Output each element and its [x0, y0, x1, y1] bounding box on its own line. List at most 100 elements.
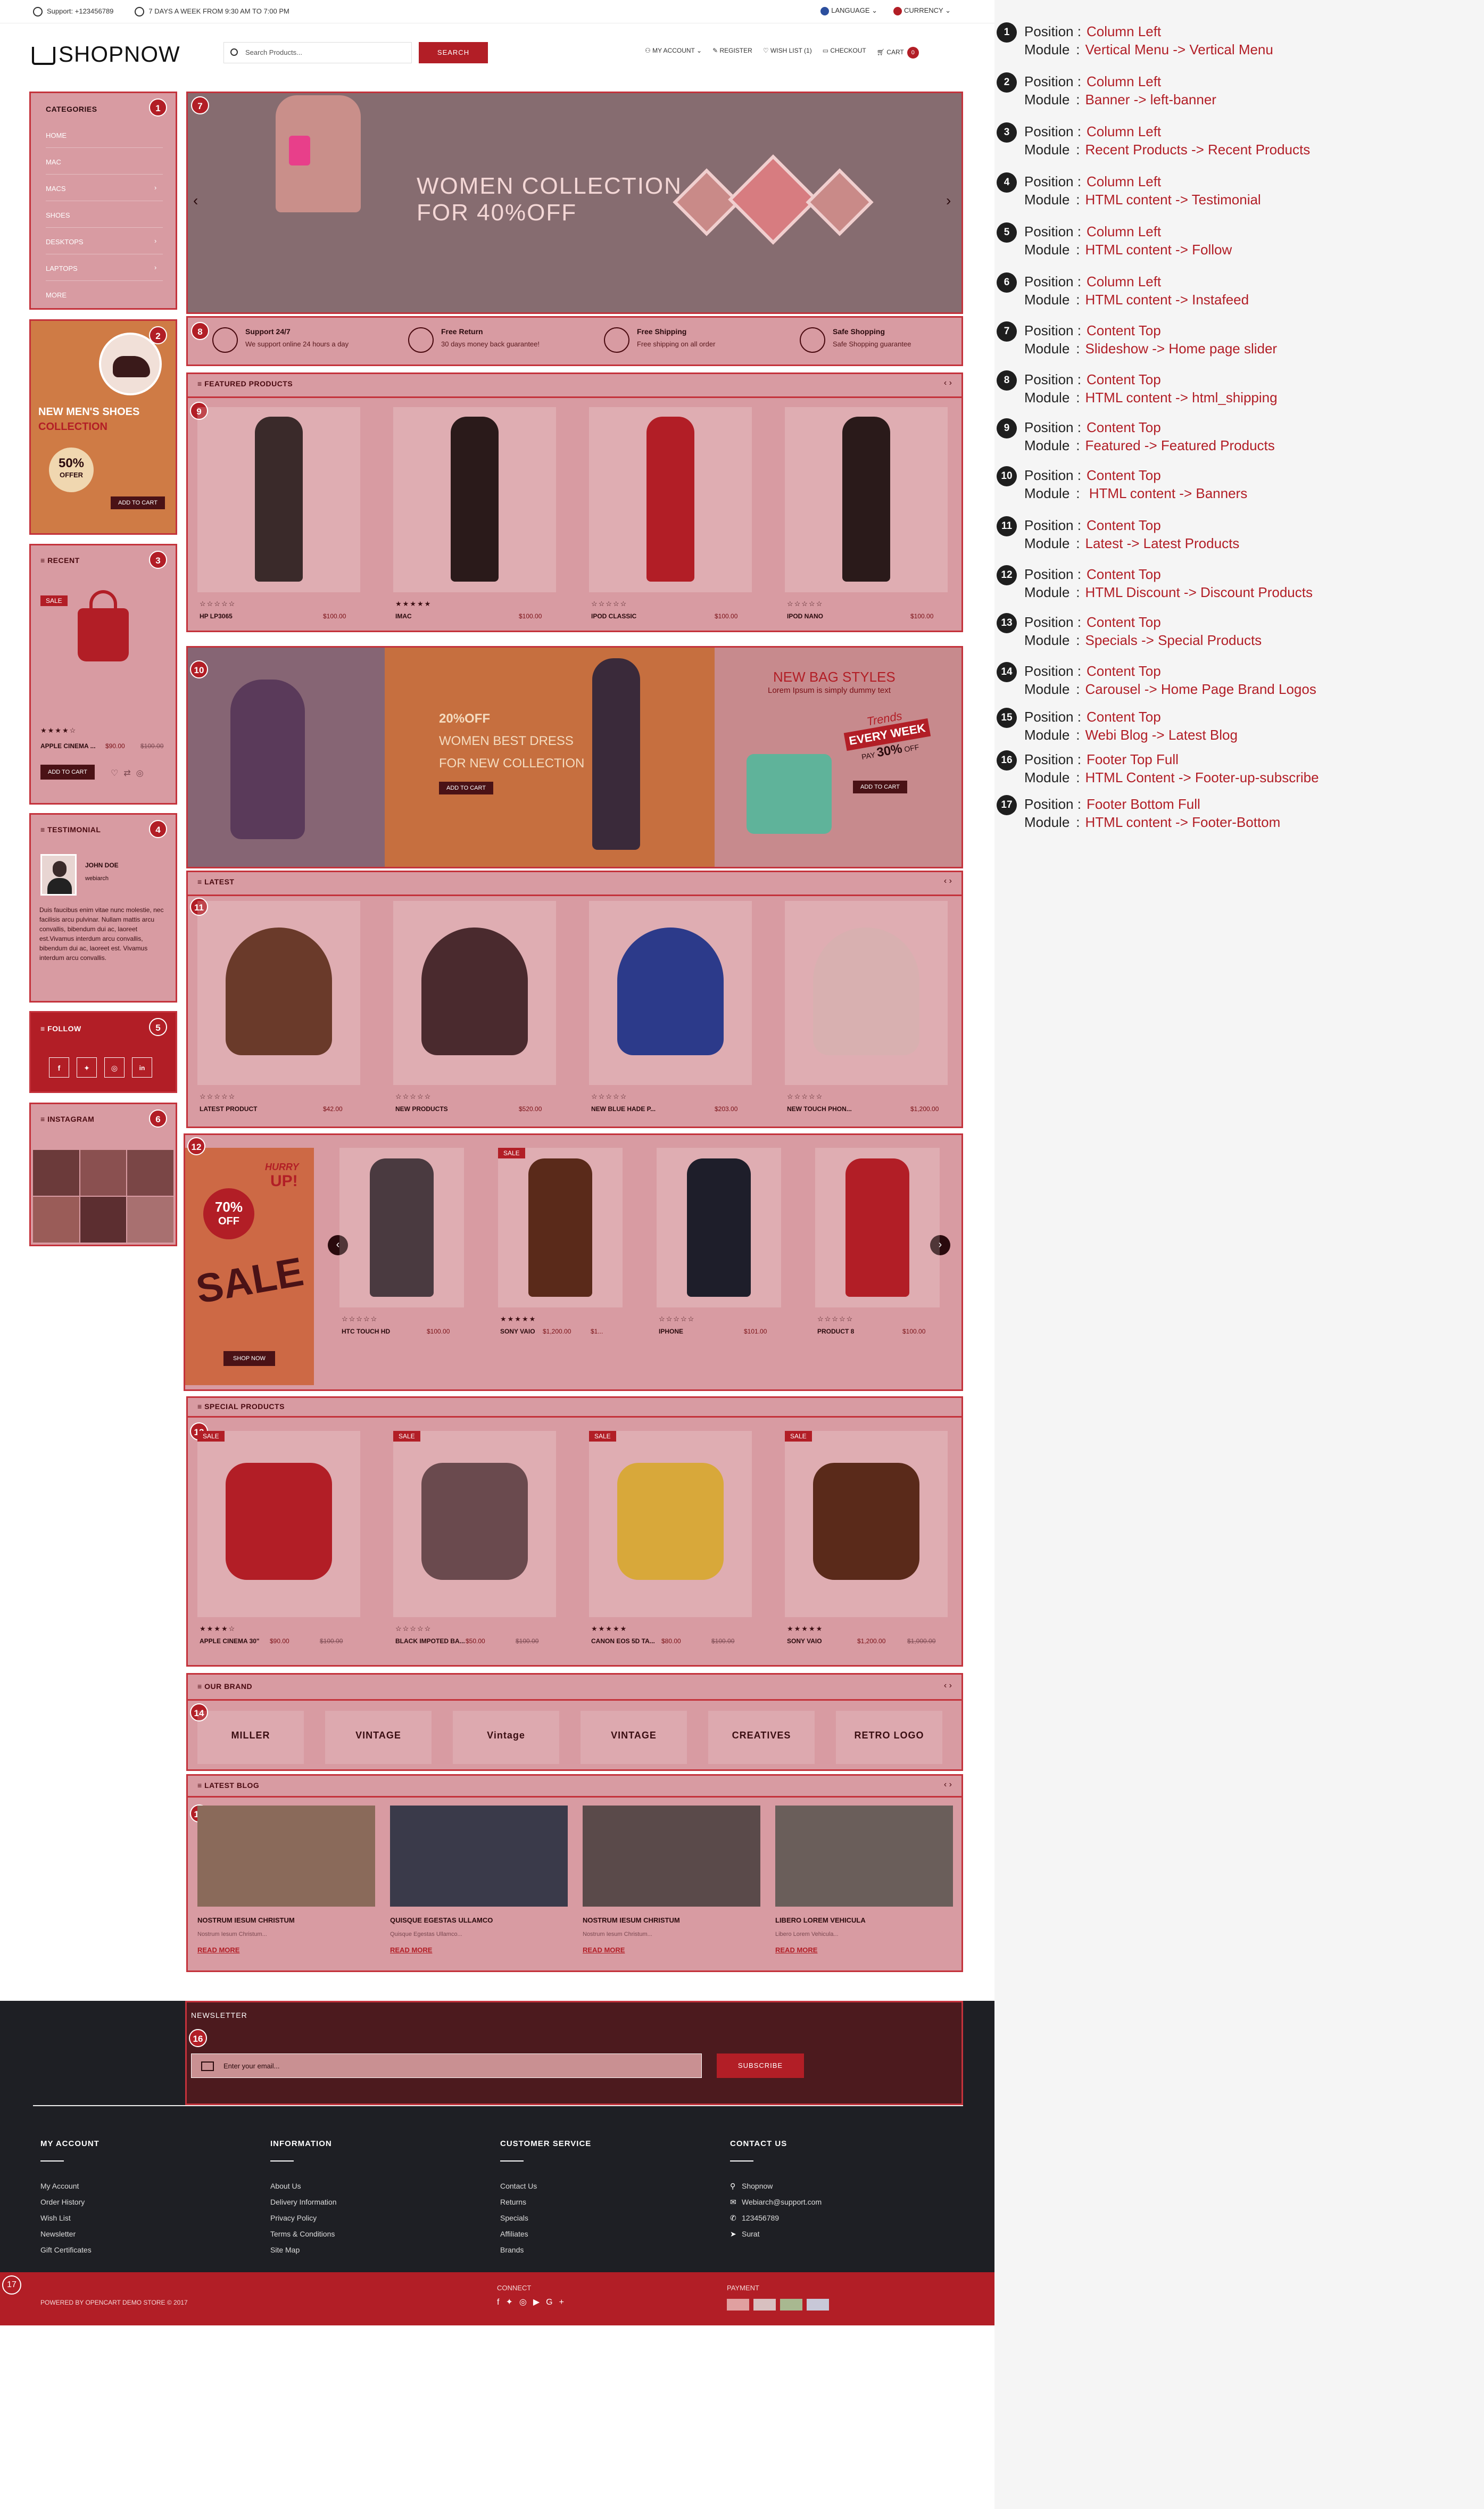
- blog-post-title[interactable]: NOSTRUM IESUM CHRISTUM: [197, 1916, 295, 1924]
- product-image[interactable]: [589, 901, 752, 1085]
- product-name[interactable]: SONY VAIO: [500, 1328, 535, 1335]
- read-more-link[interactable]: READ MORE: [390, 1946, 432, 1954]
- carousel-arrows-icon[interactable]: ‹ ›: [944, 876, 952, 886]
- read-more-link[interactable]: READ MORE: [583, 1946, 625, 1954]
- wishlist-compare-icons[interactable]: ♡⇄◎: [111, 768, 149, 779]
- subscribe-button[interactable]: SUBSCRIBE: [717, 2053, 804, 2078]
- twitter-icon[interactable]: ✦: [77, 1057, 97, 1078]
- category-item[interactable]: MAC: [46, 158, 61, 166]
- linkedin-icon[interactable]: in: [132, 1057, 152, 1078]
- product-image[interactable]: [785, 1431, 948, 1617]
- footer-link[interactable]: Privacy Policy: [270, 2214, 317, 2222]
- banner-add-to-cart-button[interactable]: ADD TO CART: [439, 782, 493, 794]
- product-name[interactable]: HP LP3065: [200, 612, 233, 620]
- chevron-left-icon[interactable]: ‹: [193, 192, 198, 209]
- brand-logo[interactable]: RETRO LOGO: [836, 1711, 942, 1764]
- instagram-photo[interactable]: [33, 1197, 79, 1243]
- blog-post-title[interactable]: LIBERO LOREM VEHICULA: [775, 1916, 866, 1924]
- product-image[interactable]: [785, 901, 948, 1085]
- product-name[interactable]: IPOD CLASSIC: [591, 612, 636, 620]
- footer-link[interactable]: My Account: [40, 2182, 79, 2190]
- category-item[interactable]: SHOES: [46, 211, 70, 219]
- product-name[interactable]: IMAC: [395, 612, 412, 620]
- product-name[interactable]: CANON EOS 5D TA...: [591, 1637, 655, 1645]
- product-name[interactable]: NEW PRODUCTS: [395, 1105, 448, 1113]
- category-item[interactable]: DESKTOPS: [46, 238, 84, 246]
- footer-link[interactable]: Wish List: [40, 2214, 71, 2222]
- register-link[interactable]: ✎ REGISTER: [712, 47, 752, 59]
- footer-link[interactable]: Affiliates: [500, 2230, 528, 2238]
- product-image[interactable]: [589, 407, 752, 592]
- footer-link[interactable]: Brands: [500, 2246, 524, 2254]
- carousel-arrows-icon[interactable]: ‹ ›: [944, 1780, 952, 1790]
- read-more-link[interactable]: READ MORE: [197, 1946, 239, 1954]
- chevron-right-icon[interactable]: ›: [154, 184, 156, 192]
- instagram-photo[interactable]: [127, 1197, 173, 1243]
- instagram-icon[interactable]: ◎: [519, 2298, 533, 2307]
- blog-image[interactable]: [390, 1806, 568, 1907]
- brand-logo[interactable]: VINTAGE: [325, 1711, 432, 1764]
- footer-link[interactable]: Contact Us: [500, 2182, 537, 2190]
- product-name[interactable]: NEW TOUCH PHON...: [787, 1105, 852, 1113]
- footer-link[interactable]: Gift Certificates: [40, 2246, 92, 2254]
- category-item[interactable]: HOME: [46, 131, 67, 139]
- chevron-right-icon[interactable]: ›: [946, 192, 951, 209]
- category-item[interactable]: LAPTOPS: [46, 264, 78, 272]
- currency-dropdown[interactable]: CURRENCY ⌄: [893, 6, 951, 15]
- product-image[interactable]: [393, 901, 556, 1085]
- shop-now-button[interactable]: SHOP NOW: [223, 1351, 275, 1366]
- brand-logo[interactable]: MILLER: [197, 1711, 304, 1764]
- blog-post-title[interactable]: QUISQUE EGESTAS ULLAMCO: [390, 1916, 493, 1924]
- product-name[interactable]: BLACK IMPOTED BA...: [395, 1637, 465, 1645]
- bag-add-to-cart-button[interactable]: ADD TO CART: [853, 781, 907, 793]
- instagram-photo[interactable]: [80, 1197, 127, 1243]
- language-dropdown[interactable]: LANGUAGE ⌄: [820, 6, 877, 15]
- product-name[interactable]: IPOD NANO: [787, 612, 823, 620]
- facebook-icon[interactable]: f: [49, 1057, 69, 1078]
- wishlist-link[interactable]: ♡ WISH LIST (1): [763, 47, 812, 59]
- cart-link[interactable]: 🛒︎ CART 0: [877, 47, 919, 59]
- product-image[interactable]: [339, 1148, 464, 1307]
- youtube-icon[interactable]: ▶: [533, 2298, 546, 2307]
- footer-link[interactable]: Order History: [40, 2198, 85, 2206]
- product-name[interactable]: HTC TOUCH HD: [342, 1328, 390, 1335]
- product-image[interactable]: [393, 407, 556, 592]
- category-item[interactable]: MACS: [46, 185, 66, 193]
- instagram-photo[interactable]: [80, 1150, 127, 1196]
- instagram-icon[interactable]: ◎: [104, 1057, 125, 1078]
- product-image[interactable]: [785, 407, 948, 592]
- brand-logo[interactable]: Vintage: [453, 1711, 559, 1764]
- social-icons-row[interactable]: f✦◎▶G+: [497, 2297, 570, 2307]
- my-account-link[interactable]: ⚇ MY ACCOUNT ⌄: [645, 47, 702, 59]
- blog-post-title[interactable]: NOSTRUM IESUM CHRISTUM: [583, 1916, 680, 1924]
- add-to-cart-button[interactable]: ADD TO CART: [40, 765, 95, 780]
- footer-link[interactable]: Returns: [500, 2198, 526, 2206]
- instagram-photo[interactable]: [33, 1150, 79, 1196]
- product-name[interactable]: LATEST PRODUCT: [200, 1105, 257, 1113]
- footer-link[interactable]: Delivery Information: [270, 2198, 337, 2206]
- product-image[interactable]: [589, 1431, 752, 1617]
- product-name[interactable]: PRODUCT 8: [817, 1328, 854, 1335]
- product-image[interactable]: [197, 901, 360, 1085]
- footer-link[interactable]: Site Map: [270, 2246, 300, 2254]
- product-name[interactable]: APPLE CINEMA 30": [200, 1637, 260, 1645]
- product-name[interactable]: IPHONE: [659, 1328, 683, 1335]
- carousel-arrows-icon[interactable]: ‹ ›: [944, 378, 952, 388]
- twitter-icon[interactable]: ✦: [505, 2298, 519, 2307]
- product-image[interactable]: [815, 1148, 940, 1307]
- product-name[interactable]: NEW BLUE HADE P...: [591, 1105, 656, 1113]
- store-logo[interactable]: SHOPNOW: [32, 42, 180, 67]
- product-image[interactable]: [498, 1148, 623, 1307]
- footer-link[interactable]: Terms & Conditions: [270, 2230, 335, 2238]
- left-banner-module[interactable]: 2 NEW MEN'S SHOES COLLECTION 50% OFFER AD…: [29, 319, 177, 535]
- footer-link[interactable]: Specials: [500, 2214, 528, 2222]
- category-item[interactable]: MORE: [46, 291, 67, 299]
- carousel-arrows-icon[interactable]: ‹ ›: [944, 1681, 952, 1691]
- search-button[interactable]: SEARCH: [419, 42, 488, 63]
- read-more-link[interactable]: READ MORE: [775, 1946, 817, 1954]
- chevron-right-icon[interactable]: ›: [154, 263, 156, 271]
- brand-logo[interactable]: CREATIVES: [708, 1711, 815, 1764]
- brand-logo[interactable]: VINTAGE: [581, 1711, 687, 1764]
- footer-link[interactable]: Newsletter: [40, 2230, 76, 2238]
- blog-image[interactable]: [775, 1806, 953, 1907]
